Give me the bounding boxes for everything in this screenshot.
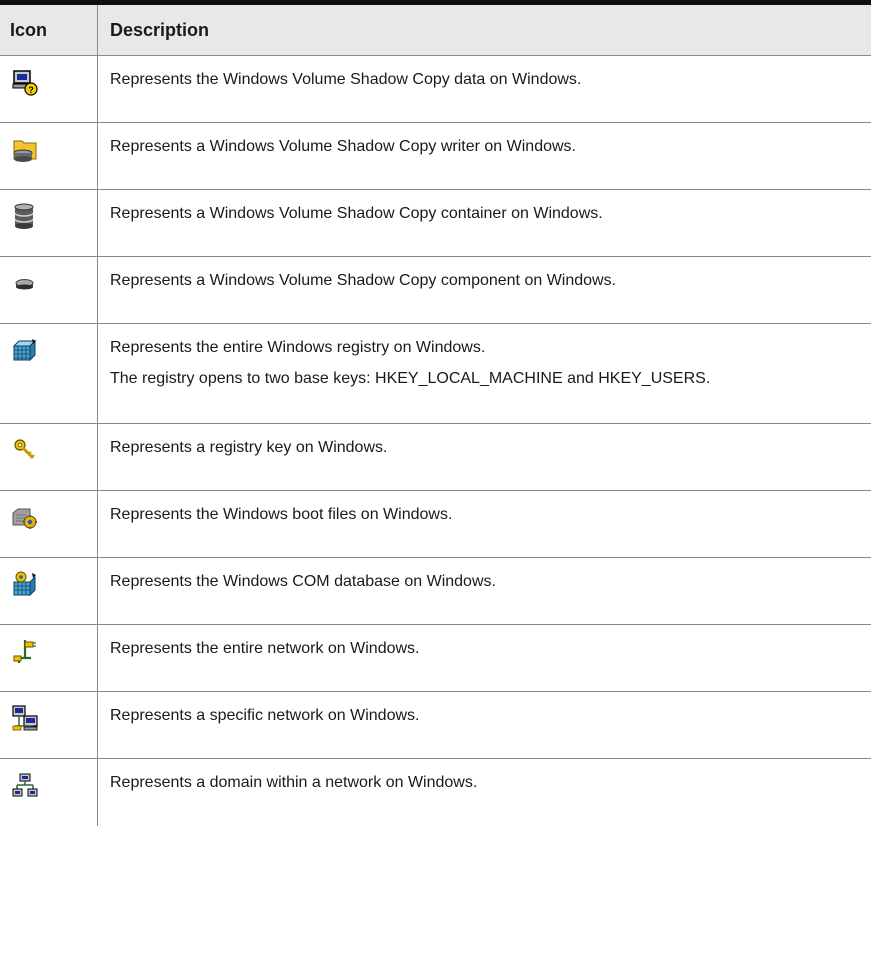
- description-column-header: Description: [97, 2, 871, 56]
- table-row: Represents a Windows Volume Shadow Copy …: [0, 256, 871, 324]
- icon-column-header: Icon: [0, 2, 98, 56]
- table-row: Represents a specific network on Windows…: [0, 691, 871, 759]
- row-description: Represents the Windows COM database on W…: [110, 573, 496, 590]
- row-description: Represents the entire network on Windows…: [110, 640, 420, 657]
- table-row: Represents the Windows COM database on W…: [0, 557, 871, 625]
- svg-text:?: ?: [28, 85, 34, 95]
- entire-network-icon: [13, 640, 36, 663]
- row-description: Represents a registry key on Windows.: [110, 439, 388, 456]
- registry-icon: [12, 339, 37, 362]
- vss-writer-icon: [13, 140, 37, 162]
- table-row: Represents a Windows Volume Shadow Copy …: [0, 122, 871, 190]
- domain-icon: [12, 773, 38, 797]
- row-description: Represents a Windows Volume Shadow Copy …: [110, 138, 576, 155]
- row-description-note: The registry opens to two base keys: HKE…: [110, 370, 711, 387]
- row-description: Represents the Windows boot files on Win…: [110, 506, 453, 523]
- registry-key-icon: [14, 439, 35, 460]
- vss-data-icon: ?: [12, 70, 38, 96]
- row-description: Represents a Windows Volume Shadow Copy …: [110, 205, 603, 222]
- boot-files-icon: [12, 508, 37, 529]
- table-row: Represents a domain within a network on …: [0, 758, 871, 826]
- row-description: Represents the Windows Volume Shadow Cop…: [110, 71, 582, 88]
- table-row: Represents the Windows boot files on Win…: [0, 490, 871, 558]
- row-description: Represents the entire Windows registry o…: [110, 339, 486, 356]
- table-header-row: Icon Description: [0, 2, 871, 56]
- vss-component-icon: [15, 279, 34, 290]
- com-database-icon: [13, 571, 36, 597]
- table-row: Represents the entire Windows registry o…: [0, 323, 871, 424]
- row-description: Represents a domain within a network on …: [110, 774, 478, 791]
- icon-description-table: Icon Description ? Represents the Window…: [0, 0, 871, 826]
- row-description: Represents a specific network on Windows…: [110, 707, 420, 724]
- vss-container-icon: [14, 203, 34, 229]
- table-row: Represents a Windows Volume Shadow Copy …: [0, 189, 871, 257]
- table-row: Represents the entire network on Windows…: [0, 624, 871, 692]
- table-row: Represents a registry key on Windows.: [0, 423, 871, 491]
- specific-network-icon: [12, 705, 38, 731]
- table-row: ? Represents the Windows Volume Shadow C…: [0, 55, 871, 123]
- row-description: Represents a Windows Volume Shadow Copy …: [110, 272, 617, 289]
